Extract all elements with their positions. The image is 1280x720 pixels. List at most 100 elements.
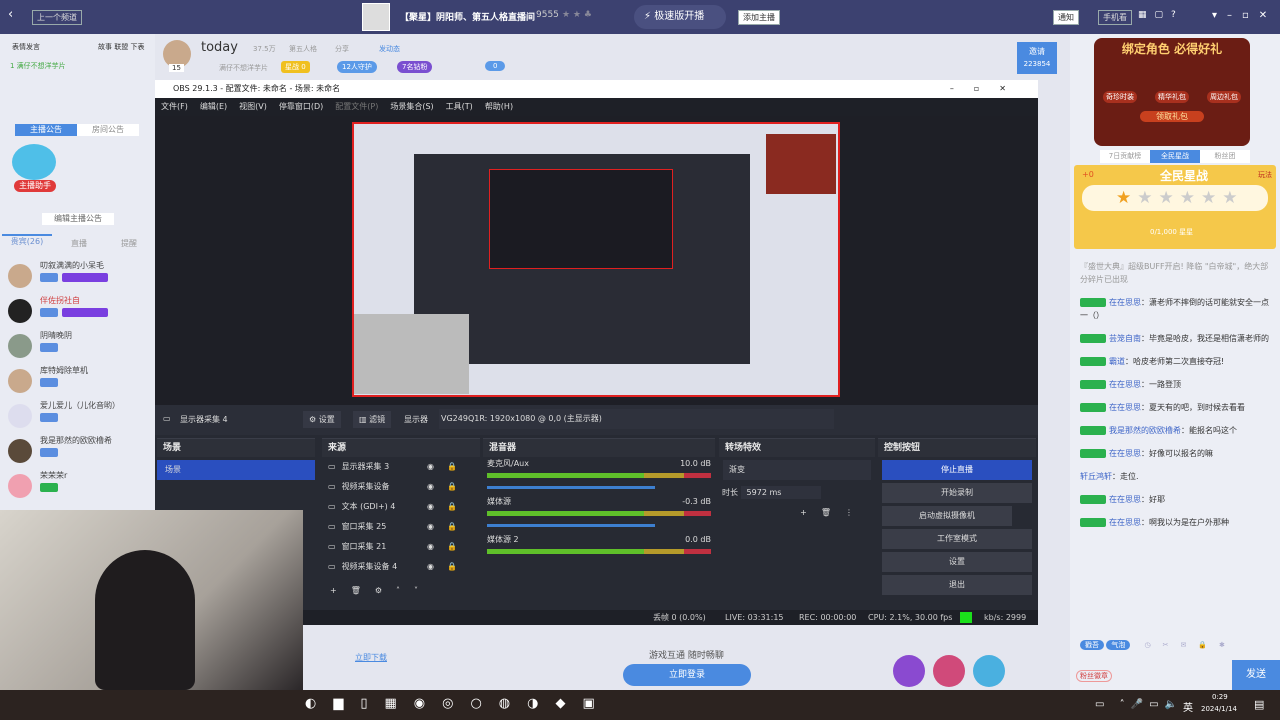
notice-item[interactable]: 1 满仔不想洋芋片 [10, 61, 66, 71]
source-item[interactable]: ▭窗口采集 25◉🔒 [322, 517, 480, 537]
lock-icon[interactable]: 🔒 [447, 557, 457, 577]
guard-badge[interactable]: 12人守护 [337, 61, 377, 73]
lock-icon[interactable]: 🔒 [447, 477, 457, 497]
tab-remind[interactable]: 提醒 [105, 238, 153, 250]
edit-notice-button[interactable]: 编辑主播公告 [42, 213, 114, 225]
viewer-item[interactable]: 爱儿爱儿（儿化音哟） [6, 400, 154, 438]
viewer-item[interactable]: 库特姆除草机 [6, 365, 154, 403]
dynamic-link[interactable]: 发动态 [379, 44, 400, 54]
chat-username[interactable]: 霸道 [1109, 357, 1125, 366]
chat-username[interactable]: 在在思思 [1109, 495, 1141, 504]
gift-item[interactable]: 周边礼包 [1207, 91, 1241, 103]
transition-select[interactable]: 渐变 [723, 460, 871, 480]
category-link[interactable]: 第五人格 [289, 44, 317, 54]
menu-tools[interactable]: 工具(T) [446, 102, 473, 111]
fan-badge-button[interactable]: 粉丝徽章 [1076, 670, 1112, 682]
lock-icon[interactable]: 🔒 [447, 537, 457, 557]
tray-icons[interactable]: ▭ ˄🎤▭🔈 [1095, 699, 1183, 710]
tag-button[interactable]: 戳吾 [1080, 640, 1104, 650]
lock-icon[interactable]: 🔒 [447, 497, 457, 517]
transition-toolbar[interactable]: +🗑⋮ [719, 503, 875, 523]
invite-button[interactable]: 邀请223854 [1017, 42, 1057, 74]
tab-stories[interactable]: 故事 联盟 下表 [98, 42, 144, 52]
star-rule-link[interactable]: 玩法 [1258, 170, 1272, 180]
obs-window-controls[interactable]: –▫✕ [950, 80, 1026, 98]
claim-button[interactable]: 领取礼包 [1140, 111, 1204, 122]
chat-tool-icons[interactable]: ◷✂✉🔒✱ [1144, 641, 1236, 649]
diamond-fans-badge[interactable]: 7名钻粉 [397, 61, 432, 73]
menu-scene-collection[interactable]: 场景集合(S) [390, 102, 433, 111]
exit-button[interactable]: 退出 [882, 575, 1032, 595]
visibility-eye-icon[interactable]: ◉ [427, 517, 434, 537]
download-link[interactable]: 立即下载 [355, 652, 387, 663]
chat-username[interactable]: 在在思思 [1109, 403, 1141, 412]
fans-badge[interactable]: 0 [485, 61, 505, 71]
duration-input[interactable]: 5972 ms [741, 486, 822, 499]
visibility-eye-icon[interactable]: ◉ [427, 557, 434, 577]
tab-expressions[interactable]: 表情发言 [12, 42, 40, 52]
scene-item[interactable]: 场景 [157, 460, 315, 480]
obs-preview[interactable] [155, 116, 1038, 405]
send-button[interactable]: 发送 [1232, 660, 1280, 690]
source-settings-button[interactable]: ⚙ 设置 [303, 411, 341, 428]
menu-file[interactable]: 文件(F) [161, 102, 188, 111]
lock-icon[interactable]: 🔒 [447, 517, 457, 537]
chat-username[interactable]: 芸笼自南 [1109, 334, 1141, 343]
share-button[interactable]: 分享 [335, 44, 349, 54]
notification-icon[interactable]: ▤ [1254, 698, 1264, 711]
source-item[interactable]: ▭窗口采集 21◉🔒 [322, 537, 480, 557]
notify-button[interactable]: 通知 [1053, 10, 1079, 25]
login-button[interactable]: 立即登录 [623, 664, 751, 686]
add-anchor-button[interactable]: 添加主播 [738, 10, 780, 25]
chat-username[interactable]: 在在思思 [1109, 380, 1141, 389]
gift-item[interactable]: 精华礼包 [1155, 91, 1189, 103]
activity-icons[interactable] [893, 655, 1053, 689]
visibility-eye-icon[interactable]: ◉ [427, 537, 434, 557]
source-item[interactable]: ▭视频采集设备 4◉🔒 [322, 557, 480, 577]
menu-view[interactable]: 视图(V) [239, 102, 267, 111]
visibility-eye-icon[interactable]: ◉ [427, 497, 434, 517]
source-item[interactable]: ▭显示器采集 3◉🔒 [322, 457, 480, 477]
back-icon[interactable]: ‹ [8, 7, 13, 22]
chat-username[interactable]: 在在思思 [1109, 449, 1141, 458]
quick-start-button[interactable]: ⚡ 极速版开播 [634, 5, 726, 29]
tab-star-war[interactable]: 全民星战 [1150, 150, 1200, 163]
studio-mode-button[interactable]: 工作室模式 [882, 529, 1032, 549]
source-item[interactable]: ▭文本 (GDI+) 4◉🔒 [322, 497, 480, 517]
tab-vip[interactable]: 贵宾(26) [2, 234, 52, 246]
tab-fan-club[interactable]: 粉丝团 [1200, 150, 1250, 163]
tab-weekly-rank[interactable]: 7日贡献榜 [1100, 150, 1150, 163]
volume-slider[interactable] [487, 524, 655, 527]
lock-icon[interactable]: 🔒 [447, 457, 457, 477]
menu-docks[interactable]: 停靠窗口(D) [279, 102, 323, 111]
tab-anchor-notice[interactable]: 主播公告 [15, 124, 77, 136]
ime-indicator[interactable]: 英 [1183, 699, 1193, 714]
visibility-eye-icon[interactable]: ◉ [427, 457, 434, 477]
display-select[interactable]: VG249Q1R: 1920x1080 @ 0,0 (主显示器) [439, 409, 834, 429]
star-icon[interactable]: ★ ★ ♣ [562, 10, 592, 20]
window-controls[interactable]: ▾–▫✕ [1212, 10, 1277, 21]
chat-username[interactable]: 在在思思 [1109, 298, 1141, 307]
viewer-item[interactable]: 叨叙满满的小呆毛 [6, 260, 154, 298]
chat-username[interactable]: 我是那然的欧欧橹希 [1109, 426, 1181, 435]
prev-channel-button[interactable]: 上一个频道 [32, 10, 82, 25]
promo-banner[interactable]: 绑定角色 必得好礼 奇珍时装 精华礼包 周边礼包 领取礼包 [1094, 38, 1250, 146]
menu-help[interactable]: 帮助(H) [485, 102, 513, 111]
start-virtual-camera-button[interactable]: 启动虚拟摄像机 [882, 506, 1012, 526]
visibility-eye-icon[interactable]: ◉ [427, 477, 434, 497]
tab-room-notice[interactable]: 房间公告 [77, 124, 139, 136]
menu-edit[interactable]: 编辑(E) [200, 102, 227, 111]
clock-date[interactable]: 2024/1/14 [1201, 705, 1237, 713]
stop-streaming-button[interactable]: 停止直播 [882, 460, 1032, 480]
tab-live[interactable]: 直播 [55, 238, 103, 250]
chat-username[interactable]: 在在思思 [1109, 518, 1141, 527]
star-war-card[interactable]: +0 全民星战 玩法 ★★★★★★ 0/1,000 星星 [1074, 165, 1276, 249]
star-war-badge[interactable]: 星战 0 [281, 61, 310, 73]
preview-source-capture[interactable] [352, 122, 840, 397]
bubble-button[interactable]: 气泡 [1106, 640, 1130, 650]
source-item[interactable]: ▭视频采集设备◉🔒 [322, 477, 480, 497]
viewer-item[interactable]: 荣荣荣r [6, 470, 154, 508]
viewer-item[interactable]: 阴晴晚阴 [6, 330, 154, 368]
gift-item[interactable]: 奇珍时装 [1103, 91, 1137, 103]
settings-button[interactable]: 设置 [882, 552, 1032, 572]
